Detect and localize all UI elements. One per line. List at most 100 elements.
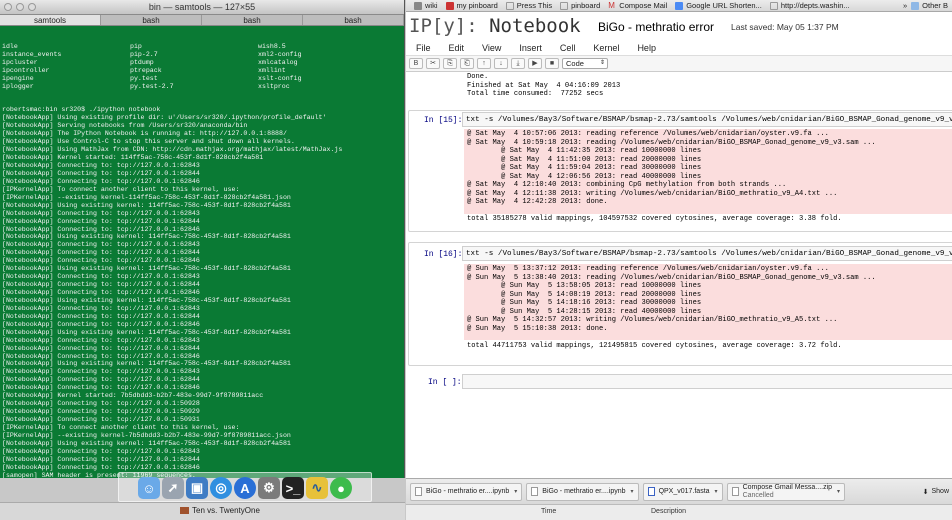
chevron-down-icon[interactable]: ▾ (514, 488, 517, 495)
output-line: Finished at Sat May 4 04:16:09 2013 (467, 81, 621, 90)
menu-file[interactable]: File (416, 43, 431, 53)
move-up-icon[interactable]: ↑ (477, 58, 491, 69)
terminal-tab[interactable]: bash (101, 15, 202, 25)
terminal-tab[interactable]: bash (303, 15, 404, 25)
empty-cell-input[interactable] (462, 374, 952, 389)
ipython-logo[interactable]: IP[y]: Notebook (409, 15, 581, 37)
chevron-down-icon[interactable]: ▾ (837, 488, 840, 495)
browser-window: wiki my pinboard Press This pinboard M Co… (406, 0, 952, 520)
zoom-window-icon[interactable] (28, 3, 36, 11)
stderr-output: @ Sat May 4 10:57:06 2013: reading refer… (464, 129, 952, 214)
output-line: @ Sat May 4 12:10:40 2013: combining CpG… (467, 181, 787, 189)
safari-icon[interactable]: ◎ (210, 477, 232, 499)
save-icon[interactable]: B (409, 58, 423, 69)
terminal-tab[interactable]: samtools (0, 15, 101, 25)
appstore-icon[interactable]: A (234, 477, 256, 499)
stdout-output: total 35185278 valid mappings, 104597532… (467, 215, 842, 223)
copy-icon[interactable]: ⎘ (443, 58, 457, 69)
menu-kernel[interactable]: Kernel (593, 43, 619, 53)
menu-cell[interactable]: Cell (560, 43, 576, 53)
python-icon[interactable]: ∿ (306, 477, 328, 499)
log-line: [NotebookApp] Connecting to: tcp://127.0… (2, 400, 200, 408)
download-item[interactable]: QPX_v017.fasta ▾ (642, 482, 723, 501)
bookmark-label: my pinboard (456, 1, 498, 10)
log-line: [IPKernelApp] --existing kernel-7b5dbdd3… (2, 431, 291, 439)
terminal-window[interactable]: bin — samtools — 127×55 samtools bash ba… (0, 0, 405, 478)
book-icon (180, 507, 189, 515)
notebook-area[interactable]: Done. Finished at Sat May 4 04:16:09 2013… (406, 72, 952, 478)
move-down-icon[interactable]: ↓ (494, 58, 508, 69)
bookmark-compose-mail[interactable]: M Compose Mail (608, 1, 667, 10)
desktop-item[interactable]: Ten vs. TwentyOne (180, 506, 260, 515)
log-line: robertsmac:bin sr320$ ./ipython notebook (2, 106, 161, 114)
show-all-label: Show (931, 488, 949, 495)
listing-entry: ptdump (130, 58, 154, 66)
stop-icon[interactable]: ■ (545, 58, 559, 69)
output-line: @ Sun May 5 14:28:15 2013: read 40000000… (467, 307, 702, 316)
bookmark-label: http://depts.washin... (780, 1, 850, 10)
log-line: [NotebookApp] Using existing kernel: 114… (2, 360, 291, 368)
menu-view[interactable]: View (482, 43, 501, 53)
download-item[interactable]: Compose Gmail Messa....zip Cancelled ▾ (726, 482, 846, 501)
download-name: Compose Gmail Messa....zip (742, 483, 833, 491)
menu-help[interactable]: Help (637, 43, 656, 53)
download-item[interactable]: BiGo - methratio er....ipynb ▾ (526, 482, 639, 501)
chevron-icon: » (902, 1, 908, 10)
insert-below-icon[interactable]: ⤓ (511, 58, 525, 69)
listing-entry: ipengine (2, 74, 34, 82)
listing-row: idle pip wish8.5 (2, 43, 402, 51)
bookmark-my-pinboard[interactable]: my pinboard (445, 1, 498, 10)
menu-insert[interactable]: Insert (519, 43, 542, 53)
log-line: [NotebookApp] Connecting to: tcp://127.0… (2, 463, 200, 471)
paste-icon[interactable]: ⎗ (460, 58, 474, 69)
log-line: [NotebookApp] Connecting to: tcp://127.0… (2, 304, 200, 312)
bookmark-wiki[interactable]: wiki (414, 1, 438, 10)
photo-icon[interactable]: ▣ (186, 477, 208, 499)
bookmark-pinboard[interactable]: pinboard (560, 1, 600, 10)
prefs-icon[interactable]: ⚙ (258, 477, 280, 499)
log-line: [NotebookApp] Using existing kernel: 114… (2, 265, 291, 273)
output-line: @ Sun May 5 13:37:12 2013: reading refer… (467, 265, 829, 273)
menu-edit[interactable]: Edit (449, 43, 465, 53)
file-icon (415, 487, 422, 496)
minimize-window-icon[interactable] (16, 3, 24, 11)
cell-type-select[interactable]: Code ⇕ (562, 58, 608, 69)
download-item[interactable]: BiGo - methratio er....ipynb ▾ (410, 482, 523, 501)
chevron-down-icon[interactable]: ▾ (631, 488, 634, 495)
bookmark-press-this[interactable]: Press This (505, 1, 552, 10)
notebook-name[interactable]: BiGo - methratio error (598, 20, 714, 34)
server-log: robertsmac:bin sr320$ ./ipython notebook… (2, 106, 402, 478)
notebook-toolbar: B ✂ ⎘ ⎗ ↑ ↓ ⤓ ▶ ■ Code ⇕ (406, 56, 952, 72)
log-line: [NotebookApp] Connecting to: tcp://127.0… (2, 169, 200, 177)
log-line: [NotebookApp] Use Control-C to stop this… (2, 138, 295, 146)
terminal-titlebar[interactable]: bin — samtools — 127×55 (0, 0, 404, 15)
log-line: [NotebookApp] Using existing kernel: 114… (2, 439, 291, 447)
logo-prefix: IP[y]: (409, 15, 478, 37)
file-icon (647, 487, 655, 496)
cut-icon[interactable]: ✂ (426, 58, 440, 69)
terminal-icon[interactable]: >_ (282, 477, 304, 499)
chrome-icon[interactable]: ● (330, 477, 352, 499)
terminal-tab[interactable]: bash (202, 15, 303, 25)
log-line: [NotebookApp] Connecting to: tcp://127.0… (2, 376, 200, 384)
terminal-output[interactable]: idle pip wish8.5 instance_events pip-2.7 xml2… (0, 26, 404, 478)
cell-input[interactable]: txt -s /Volumes/Bay3/Software/BSMAP/bsma… (462, 112, 952, 127)
listing-entry: ipcluster (2, 58, 38, 66)
bookmark-other[interactable]: » Other B (903, 1, 948, 10)
cell-input[interactable]: txt -s /Volumes/Bay3/Software/BSMAP/bsma… (462, 246, 952, 261)
close-window-icon[interactable] (4, 3, 12, 11)
bookmark-url-shortener[interactable]: Google URL Shorten... (675, 1, 762, 10)
log-line: [NotebookApp] Kernel started: 114ff5ac-7… (2, 154, 264, 162)
chevron-down-icon[interactable]: ▾ (715, 488, 718, 495)
run-icon[interactable]: ▶ (528, 58, 542, 69)
bookmark-label: wiki (425, 1, 438, 10)
column-header-time: Time (541, 508, 557, 515)
log-line: [NotebookApp] Connecting to: tcp://127.0… (2, 344, 200, 352)
rocket-icon[interactable]: ➚ (162, 477, 184, 499)
log-line: [NotebookApp] Connecting to: tcp://127.0… (2, 249, 200, 257)
listing-entry: pip-2.7 (130, 50, 158, 58)
finder-icon[interactable]: ☺ (138, 477, 160, 499)
bookmark-depts[interactable]: http://depts.washin... (769, 1, 850, 10)
show-all-downloads[interactable]: ⬇ Show (923, 488, 949, 496)
cell-prompt: In [16]: (424, 250, 463, 259)
